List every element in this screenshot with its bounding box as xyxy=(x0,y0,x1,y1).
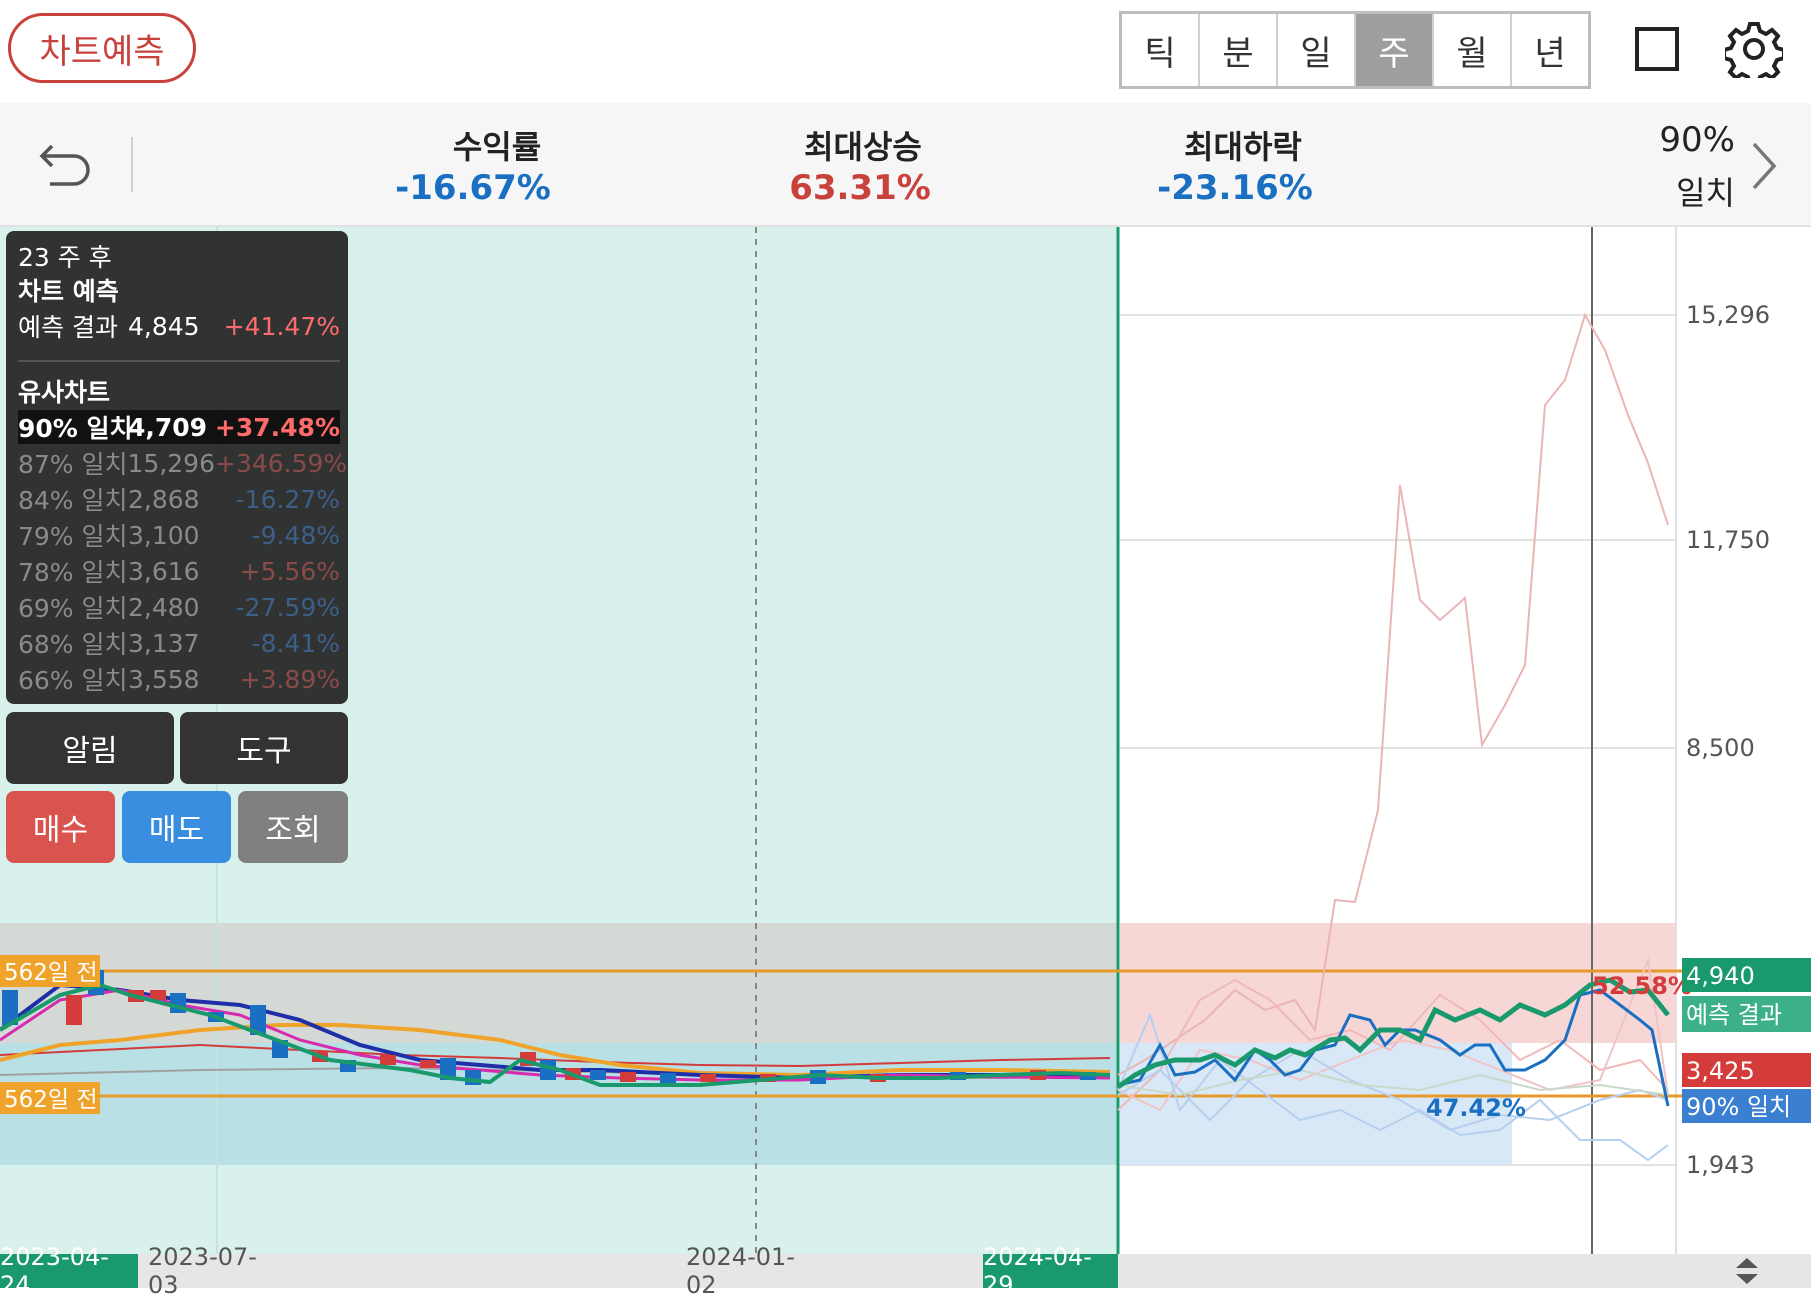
max-rise-value: 63.31% xyxy=(789,168,931,208)
ref-label-bottom: 562일 전 xyxy=(4,1087,98,1113)
x-label-start: 2023-04-24 xyxy=(0,1243,138,1299)
tab-year[interactable]: 년 xyxy=(1512,14,1588,86)
price-tag-prediction: 4,940 xyxy=(1686,962,1755,990)
tab-week[interactable]: 주 xyxy=(1356,14,1434,86)
return-value: -16.67% xyxy=(395,168,551,208)
upper-band-history xyxy=(0,923,1118,1043)
y-tick-1: 15,296 xyxy=(1686,301,1770,329)
scale-arrows-icon[interactable] xyxy=(1732,1256,1762,1286)
similar-row[interactable]: 84% 일치 2,868 -16.27% xyxy=(18,482,340,516)
prediction-result-row: 예측 결과 4,845 +41.47% xyxy=(18,311,340,343)
tab-day[interactable]: 일 xyxy=(1278,14,1356,86)
sell-button[interactable]: 매도 xyxy=(122,791,231,863)
alarm-button[interactable]: 알림 xyxy=(6,712,174,784)
similar-row[interactable]: 87% 일치 15,296 +346.59% xyxy=(18,446,347,480)
price-tag-prediction-label: 예측 결과 xyxy=(1686,1001,1782,1029)
y-tick-2: 11,750 xyxy=(1686,526,1770,554)
y-tick-3: 8,500 xyxy=(1686,734,1755,762)
weeks-after: 23 주 후 xyxy=(18,243,112,272)
similar-row[interactable]: 78% 일치 3,616 +5.56% xyxy=(18,554,340,588)
similar-row[interactable]: 90% 일치 4,709 +37.48% xyxy=(18,410,340,444)
tab-minute[interactable]: 분 xyxy=(1200,14,1278,86)
price-tag-match-label: 90% 일치 xyxy=(1686,1093,1791,1121)
prediction-panel: 23 주 후 차트 예측 예측 결과 4,845 +41.47% 유사차트 90… xyxy=(6,231,348,704)
match-text: 일치 xyxy=(1676,174,1735,212)
match-percent-label: 47.42% xyxy=(1426,1094,1526,1122)
match-percent: 90% xyxy=(1659,120,1735,160)
max-percent-label: 52.58% xyxy=(1592,972,1692,1000)
max-drop-label: 최대하락 xyxy=(1184,128,1302,166)
chart-predict-button[interactable]: 차트예측 xyxy=(8,13,196,83)
y-tick-4: 1,943 xyxy=(1686,1151,1755,1179)
x-label-end: 2024-04-29 xyxy=(983,1243,1118,1299)
similar-title: 유사차트 xyxy=(18,378,111,407)
max-drop-value: -23.16% xyxy=(1157,168,1313,208)
fullscreen-square-icon[interactable] xyxy=(1635,27,1679,71)
gear-icon[interactable] xyxy=(1725,20,1783,78)
similar-row[interactable]: 79% 일치 3,100 -9.48% xyxy=(18,518,340,552)
similar-row[interactable]: 66% 일치 3,558 +3.89% xyxy=(18,662,340,696)
period-tabs: 틱 분 일 주 월 년 xyxy=(1119,11,1591,89)
max-rise-label: 최대상승 xyxy=(804,128,922,166)
x-label-3: 2024-01-02 xyxy=(686,1243,795,1299)
return-label: 수익률 xyxy=(452,128,542,166)
similar-row[interactable]: 69% 일치 2,480 -27.59% xyxy=(18,590,340,624)
ref-label-top: 562일 전 xyxy=(4,960,98,986)
price-tag-match: 3,425 xyxy=(1686,1057,1755,1085)
divider xyxy=(131,137,133,192)
x-label-2: 2023-07-03 xyxy=(148,1243,257,1299)
view-button[interactable]: 조회 xyxy=(238,791,348,863)
chevron-right-icon[interactable] xyxy=(1746,140,1782,192)
buy-button[interactable]: 매수 xyxy=(6,791,115,863)
undo-back-icon[interactable] xyxy=(38,138,94,190)
chart-prediction-title: 차트 예측 xyxy=(18,277,119,306)
tab-tick[interactable]: 틱 xyxy=(1122,14,1200,86)
similar-row[interactable]: 68% 일치 3,137 -8.41% xyxy=(18,626,340,660)
tab-month[interactable]: 월 xyxy=(1434,14,1512,86)
tools-button[interactable]: 도구 xyxy=(180,712,348,784)
